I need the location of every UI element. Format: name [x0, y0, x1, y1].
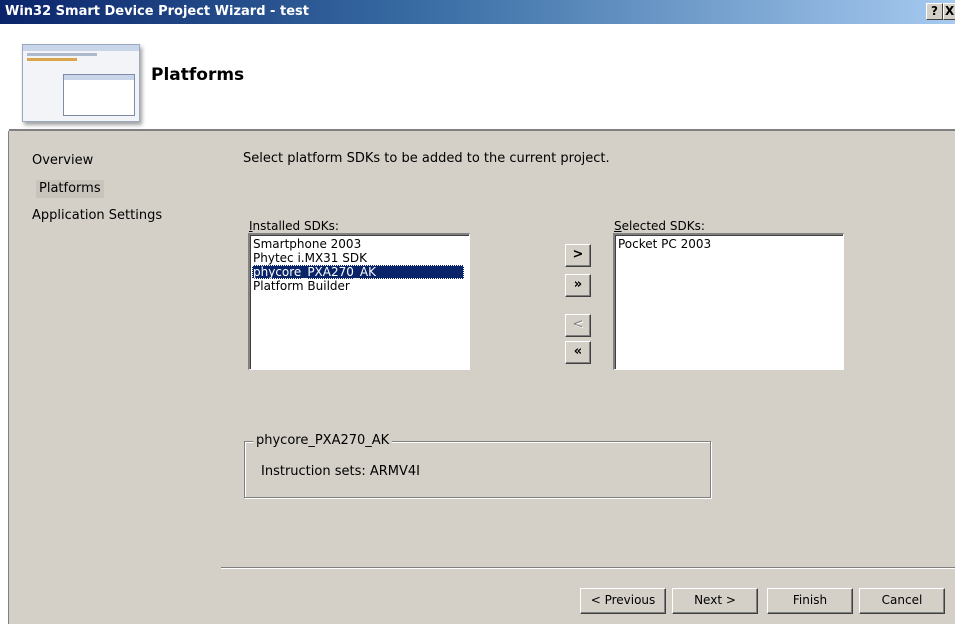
nav-item-overview[interactable]: Overview — [29, 152, 96, 170]
wizard-content — [221, 131, 955, 624]
sdk-details-legend: phycore_PXA270_AK — [253, 433, 393, 448]
remove-sdk-button[interactable]: < — [565, 314, 591, 337]
list-item[interactable]: Smartphone 2003 — [252, 237, 362, 251]
next-button[interactable]: Next > — [672, 588, 758, 614]
add-all-sdks-button[interactable]: » — [565, 274, 591, 297]
nav-edge — [8, 131, 9, 624]
selected-sdks-mnemonic: S — [614, 219, 622, 233]
installed-sdks-list[interactable]: Smartphone 2003 Phytec i.MX31 SDK phycor… — [248, 233, 470, 370]
list-item[interactable]: Phytec i.MX31 SDK — [252, 251, 368, 265]
page-title: Platforms — [151, 65, 245, 85]
cancel-button[interactable]: Cancel — [859, 588, 945, 614]
nav-item-platforms[interactable]: Platforms — [36, 180, 104, 198]
close-button[interactable]: X — [943, 3, 955, 20]
remove-all-sdks-button[interactable]: « — [565, 341, 591, 364]
list-item-selected[interactable]: phycore_PXA270_AK — [252, 265, 464, 279]
wizard-nav — [9, 131, 221, 624]
previous-button[interactable]: < Previous — [580, 588, 666, 614]
wizard-window: Win32 Smart Device Project Wizard - test… — [0, 0, 955, 624]
selected-sdks-list[interactable]: Pocket PC 2003 — [613, 233, 844, 370]
footer-divider — [221, 567, 955, 569]
nav-item-application-settings[interactable]: Application Settings — [29, 207, 165, 225]
list-item[interactable]: Pocket PC 2003 — [617, 237, 712, 251]
installed-sdks-label: Installed SDKs: — [249, 219, 339, 233]
wizard-image-icon — [22, 44, 140, 122]
title-bar[interactable]: Win32 Smart Device Project Wizard - test… — [0, 0, 955, 24]
finish-button[interactable]: Finish — [767, 588, 853, 614]
installed-sdks-label-text: nstalled SDKs: — [252, 219, 339, 233]
wizard-header — [0, 24, 955, 129]
selected-sdks-label: Selected SDKs: — [614, 219, 705, 233]
window-title: Win32 Smart Device Project Wizard - test — [5, 4, 309, 19]
list-item[interactable]: Platform Builder — [252, 279, 351, 293]
help-button[interactable]: ? — [926, 3, 943, 20]
selected-sdks-label-text: elected SDKs: — [621, 219, 705, 233]
instructions-text: Select platform SDKs to be added to the … — [243, 151, 610, 166]
instruction-sets-text: Instruction sets: ARMV4I — [261, 464, 421, 479]
add-sdk-button[interactable]: > — [565, 244, 591, 267]
